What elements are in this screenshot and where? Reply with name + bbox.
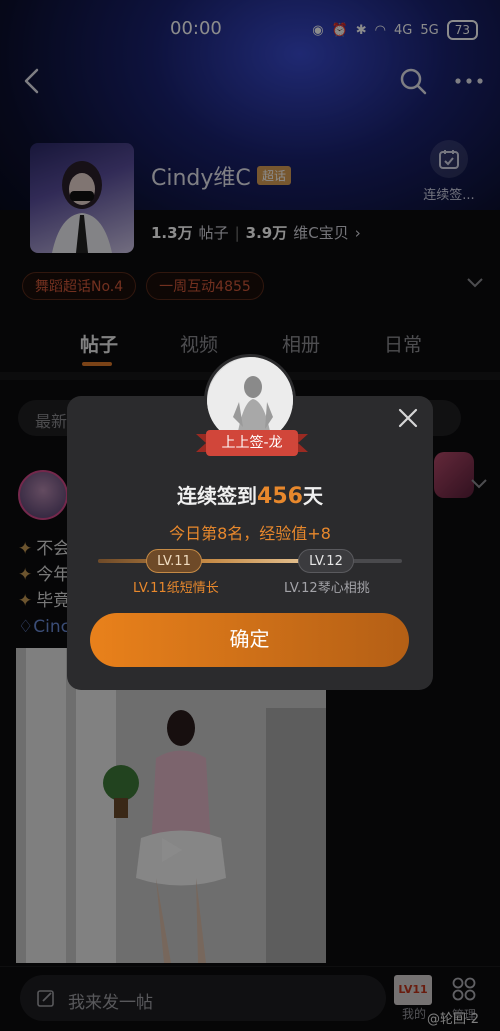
- level-progress-fill: [98, 559, 317, 563]
- checkin-title: 连续签到456天: [67, 480, 433, 509]
- current-level-chip: LV.11: [146, 549, 202, 573]
- checkin-subtitle: 今日第8名，经验值+8: [169, 524, 331, 543]
- next-level-caption: LV.12琴心相挑: [284, 581, 370, 596]
- confirm-button[interactable]: 确定: [90, 613, 409, 667]
- checkin-title-prefix: 连续签到: [177, 484, 258, 508]
- checkin-days: 456: [257, 484, 303, 509]
- fortune-label: 上上签-龙: [221, 435, 283, 451]
- close-icon[interactable]: [396, 406, 420, 430]
- next-level-chip: LV.12: [298, 549, 354, 573]
- checkin-title-suffix: 天: [302, 484, 323, 508]
- current-level-caption: LV.11纸短情长: [133, 581, 219, 596]
